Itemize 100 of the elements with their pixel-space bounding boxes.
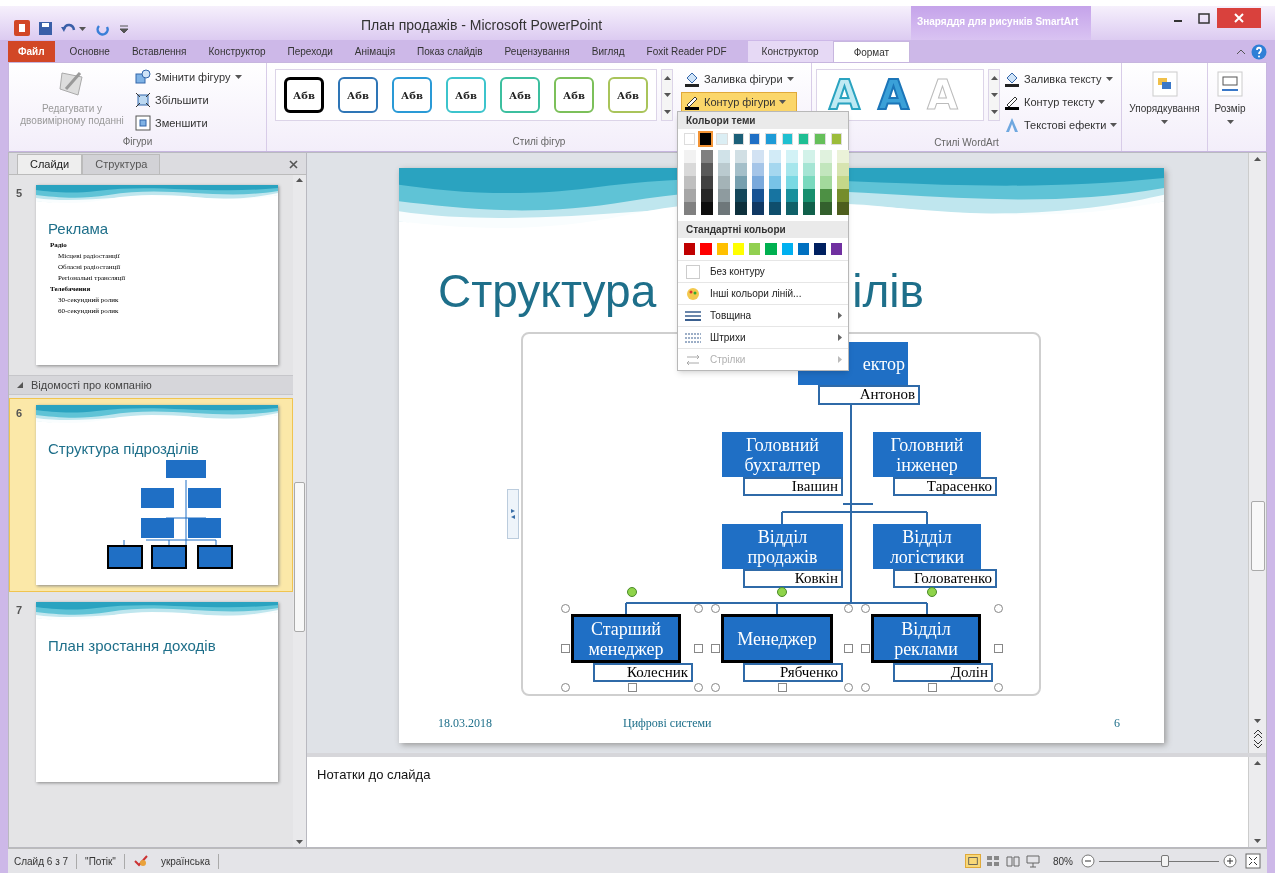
language-text[interactable]: українська [156, 853, 220, 869]
color-swatch[interactable] [684, 243, 696, 255]
fit-to-window-icon[interactable] [1245, 853, 1261, 869]
color-swatch[interactable] [700, 243, 712, 255]
notes-field[interactable]: Нотатки до слайда [307, 757, 1248, 847]
color-swatch[interactable] [830, 243, 842, 255]
color-swatch[interactable] [814, 133, 826, 145]
org-chart-name-box[interactable]: Долін [893, 663, 993, 682]
color-swatch[interactable] [716, 243, 728, 255]
org-chart-name-box[interactable]: Ковкін [743, 569, 843, 588]
org-chart-name-box[interactable]: Антонов [818, 385, 920, 405]
shape-style-swatch[interactable]: Абв [554, 77, 594, 113]
text-pane-toggle[interactable] [507, 489, 519, 539]
sorter-view-icon[interactable] [985, 854, 1001, 868]
slide-canvas[interactable] [399, 168, 1164, 743]
color-shade-swatch[interactable] [837, 150, 849, 163]
previous-slide-icon[interactable] [1253, 729, 1262, 739]
ribbon-tab[interactable]: Анімація [343, 41, 407, 62]
ribbon-tab[interactable]: Переходи [276, 41, 344, 62]
color-shade-swatch[interactable] [820, 202, 832, 215]
shape-style-swatch[interactable]: Абв [392, 77, 432, 113]
color-shade-swatch[interactable] [803, 189, 815, 202]
resize-handle[interactable] [561, 604, 570, 613]
close-icon[interactable] [1217, 8, 1261, 28]
org-chart-node[interactable]: Відділ логістики [873, 524, 981, 569]
org-chart-node[interactable]: Відділ реклами [871, 614, 981, 663]
ribbon-tab[interactable]: Файл [8, 41, 55, 62]
color-shade-swatch[interactable] [837, 189, 849, 202]
color-shade-swatch[interactable] [786, 189, 798, 202]
next-slide-icon[interactable] [1253, 739, 1262, 749]
color-swatch[interactable] [716, 133, 728, 145]
spellcheck-icon[interactable] [132, 854, 149, 868]
color-swatch[interactable] [749, 243, 761, 255]
ribbon-command[interactable]: Заливка фігури [681, 69, 797, 89]
color-shade-swatch[interactable] [752, 202, 764, 215]
ribbon-command[interactable]: Текстові ефекти [1004, 115, 1118, 135]
ribbon-command[interactable]: Змінити фігуру [135, 67, 242, 87]
color-shade-swatch[interactable] [701, 150, 713, 163]
resize-handle[interactable] [994, 644, 1003, 653]
rotate-handle[interactable] [927, 587, 937, 597]
org-chart-node[interactable]: Старший менеджер [571, 614, 681, 663]
slide-thumbnail[interactable]: Структура підрозділів [36, 405, 278, 585]
color-shade-swatch[interactable] [718, 176, 730, 189]
color-shade-swatch[interactable] [718, 202, 730, 215]
org-chart-node[interactable]: Головний інженер [873, 432, 981, 477]
ribbon-tab[interactable]: Вставлення [120, 41, 198, 62]
size-button[interactable]: Розмір [1208, 63, 1252, 151]
ribbon-tab[interactable]: Показ слайдів [406, 41, 494, 62]
color-swatch[interactable] [781, 133, 794, 145]
color-shade-swatch[interactable] [820, 189, 832, 202]
pane-tab[interactable]: Структура [82, 154, 161, 174]
slide-title[interactable]: ілів [852, 266, 924, 316]
normal-view-icon[interactable] [965, 854, 981, 868]
color-shade-swatch[interactable] [701, 176, 713, 189]
color-shade-swatch[interactable] [837, 202, 849, 215]
color-swatch[interactable] [830, 133, 842, 145]
menu-item[interactable]: Штрихи [678, 326, 848, 348]
org-chart-node[interactable]: Менеджер [721, 614, 833, 663]
help-icon[interactable] [1251, 44, 1267, 60]
section-header[interactable]: Відомості про компанію [9, 375, 293, 395]
color-shade-swatch[interactable] [684, 202, 696, 215]
resize-handle[interactable] [561, 683, 570, 692]
pane-tab[interactable]: Слайди [17, 154, 83, 174]
org-chart-name-box[interactable]: Тарасенко [893, 477, 997, 496]
menu-item[interactable]: Інші кольори ліній... [678, 282, 848, 304]
color-shade-swatch[interactable] [735, 189, 747, 202]
color-shade-swatch[interactable] [735, 163, 747, 176]
color-shade-swatch[interactable] [769, 176, 781, 189]
color-shade-swatch[interactable] [701, 202, 713, 215]
color-shade-swatch[interactable] [735, 150, 747, 163]
color-swatch[interactable] [732, 133, 745, 145]
color-swatch[interactable] [798, 133, 810, 145]
color-swatch[interactable] [732, 243, 745, 255]
shape-style-swatch[interactable]: Абв [608, 77, 648, 113]
color-shade-swatch[interactable] [718, 150, 730, 163]
ribbon-tab[interactable]: Конструктор [197, 41, 277, 62]
ribbon-tab[interactable]: Конструктор [747, 41, 833, 62]
zoom-slider[interactable] [1099, 855, 1219, 867]
zoom-level[interactable]: 80% [1053, 853, 1073, 869]
rotate-handle[interactable] [627, 587, 637, 597]
color-shade-swatch[interactable] [769, 202, 781, 215]
slide-thumbnail-item[interactable]: 7 План зростання доходів [9, 595, 293, 789]
color-shade-swatch[interactable] [837, 176, 849, 189]
color-shade-swatch[interactable] [684, 163, 696, 176]
color-shade-swatch[interactable] [803, 150, 815, 163]
color-shade-swatch[interactable] [769, 150, 781, 163]
color-shade-swatch[interactable] [752, 163, 764, 176]
resize-handle[interactable] [778, 683, 787, 692]
zoom-slider-thumb[interactable] [1161, 855, 1169, 867]
color-shade-swatch[interactable] [701, 189, 713, 202]
color-shade-swatch[interactable] [786, 202, 798, 215]
rotate-handle[interactable] [777, 587, 787, 597]
color-shade-swatch[interactable] [752, 189, 764, 202]
color-swatch[interactable] [765, 243, 777, 255]
color-shade-swatch[interactable] [837, 163, 849, 176]
color-shade-swatch[interactable] [769, 163, 781, 176]
org-chart-name-box[interactable]: Івашин [743, 477, 843, 496]
ribbon-tab[interactable]: Рецензування [493, 41, 581, 62]
menu-item[interactable]: Без контуру [678, 260, 848, 282]
reading-view-icon[interactable] [1005, 854, 1021, 868]
